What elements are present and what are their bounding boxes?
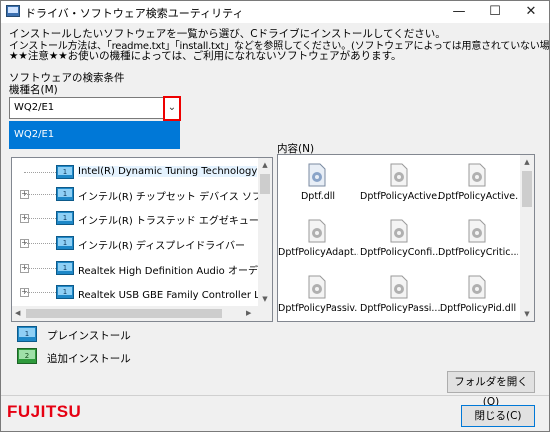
tree-item-label: インテル(R) チップセット デバイス ソフトウェア (78, 192, 272, 203)
tree-item-label: Intel(R) Dynamic Tuning Technology (78, 166, 258, 177)
dll-file-icon (308, 219, 326, 243)
svg-text:1: 1 (63, 168, 67, 176)
dropdown-option-wq2-e1[interactable]: WQ2/E1 (14, 129, 54, 140)
tree-item[interactable]: + 1 Realtek USB GBE Family Controller LA… (12, 282, 272, 304)
preinstall-package-icon: 1 (56, 236, 74, 250)
preinstall-package-icon: 1 (56, 165, 74, 179)
legend-preinstall-label: プレインストール (47, 330, 131, 342)
tree-horizontal-scrollbar[interactable]: ◀ ▶ (12, 306, 258, 321)
preinstall-package-icon: 1 (17, 326, 37, 342)
svg-text:1: 1 (63, 264, 67, 272)
combobox-dropdown-button[interactable]: ⌄ (163, 96, 181, 121)
intro-line-3: ★★注意★★お使いの機種によっては、ご利用になれないソフトウェアがあります。 (9, 50, 402, 62)
scroll-thumb[interactable] (260, 174, 270, 194)
file-name: DptfPolicyCritic... (438, 247, 518, 258)
dll-file-icon (468, 163, 486, 187)
svg-text:1: 1 (63, 190, 67, 198)
svg-text:1: 1 (25, 330, 29, 338)
preinstall-package-icon: 1 (56, 211, 74, 225)
file-name: DptfPolicyActive... (438, 191, 518, 202)
main-window: ドライバ・ソフトウェア検索ユーティリティ — ☐ ✕ インストールしたいソフトウ… (0, 0, 550, 432)
dll-file-icon (468, 219, 486, 243)
open-folder-button[interactable]: フォルダを開く(O) (447, 371, 535, 408)
file-name: DptfPolicyActive... (360, 191, 440, 202)
svg-text:1: 1 (63, 239, 67, 247)
tree-connector (24, 268, 56, 269)
dll-file-icon (390, 275, 408, 299)
tree-connector (24, 194, 56, 195)
close-window-button[interactable]: ✕ (513, 1, 549, 23)
model-combobox-value: WQ2/E1 (14, 102, 55, 113)
preinstall-package-icon: 1 (56, 261, 74, 275)
scroll-up-icon[interactable]: ▲ (258, 158, 272, 172)
tree-connector (24, 243, 56, 244)
scroll-right-icon[interactable]: ▶ (246, 306, 251, 321)
software-tree[interactable]: 1 Intel(R) Dynamic Tuning Technology + 1… (11, 157, 273, 322)
scroll-up-icon[interactable]: ▲ (520, 155, 534, 169)
file-name: DptfPolicyPid.dll (439, 303, 517, 314)
preinstall-package-icon: 1 (56, 187, 74, 201)
preinstall-package-icon: 1 (56, 285, 74, 299)
model-dropdown-list: WQ2/E1 (9, 121, 180, 149)
scroll-left-icon[interactable]: ◀ (15, 306, 20, 321)
tree-item-label: インテル(R) ディスプレイドライバー (78, 241, 246, 252)
app-icon (6, 5, 20, 17)
scroll-thumb[interactable] (522, 171, 532, 207)
dll-file-icon (308, 163, 326, 187)
tree-item-label: インテル(R) トラステッド エグゼキューション エンジ (78, 216, 272, 227)
scroll-down-icon[interactable]: ▼ (258, 292, 272, 306)
svg-text:2: 2 (25, 352, 29, 360)
legend-additional-label: 追加インストール (47, 353, 131, 365)
fujitsu-logo: FUJITSU (7, 402, 82, 421)
model-label: 機種名(M) (9, 84, 58, 96)
scroll-down-icon[interactable]: ▼ (520, 307, 534, 321)
contents-vertical-scrollbar[interactable]: ▲ ▼ (520, 155, 534, 321)
svg-text:1: 1 (63, 288, 67, 296)
tree-item[interactable]: + 1 Realtek High Definition Audio オーディオド… (12, 258, 272, 280)
tree-vertical-scrollbar[interactable]: ▲ ▼ (258, 158, 272, 306)
horizontal-scroll-thumb[interactable] (26, 309, 222, 318)
tree-item[interactable]: + 1 インテル(R) トラステッド エグゼキューション エンジ (12, 208, 272, 230)
contents-file-list[interactable]: Dptf.dll DptfPolicyActive... DptfPolicyA… (277, 154, 535, 322)
dll-file-icon (390, 219, 408, 243)
tree-connector (24, 172, 56, 173)
tree-item[interactable]: + 1 インテル(R) ディスプレイドライバー (12, 233, 260, 255)
file-name: DptfPolicyPassi... (360, 303, 440, 314)
dll-file-icon (468, 275, 486, 299)
dll-file-icon (390, 163, 408, 187)
tree-item-label: Realtek USB GBE Family Controller LANドライ… (78, 290, 272, 301)
additional-install-package-icon: 2 (17, 348, 37, 364)
title-bar: ドライバ・ソフトウェア検索ユーティリティ — ☐ ✕ (1, 1, 549, 23)
file-name: DptfPolicyPassiv... (278, 303, 358, 314)
tree-item[interactable]: + 1 インテル(R) チップセット デバイス ソフトウェア (12, 184, 272, 206)
svg-text:1: 1 (63, 214, 67, 222)
dll-file-icon (308, 275, 326, 299)
maximize-button[interactable]: ☐ (477, 1, 513, 23)
file-name: Dptf.dll (300, 191, 336, 202)
tree-connector (24, 292, 56, 293)
minimize-button[interactable]: — (441, 1, 477, 23)
file-name: DptfPolicyConfi... (360, 247, 440, 258)
tree-connector (24, 218, 56, 219)
tree-item[interactable]: 1 Intel(R) Dynamic Tuning Technology (12, 162, 260, 184)
tree-item-label: Realtek High Definition Audio オーディオドライバ (78, 266, 272, 277)
footer-divider (1, 395, 549, 396)
close-button[interactable]: 閉じる(C) (461, 405, 535, 427)
file-name: DptfPolicyAdapt... (278, 247, 358, 258)
model-combobox[interactable]: WQ2/E1 (9, 97, 180, 119)
scroll-corner (258, 306, 272, 321)
window-title: ドライバ・ソフトウェア検索ユーティリティ (25, 7, 244, 20)
chevron-down-icon: ⌄ (167, 102, 177, 113)
